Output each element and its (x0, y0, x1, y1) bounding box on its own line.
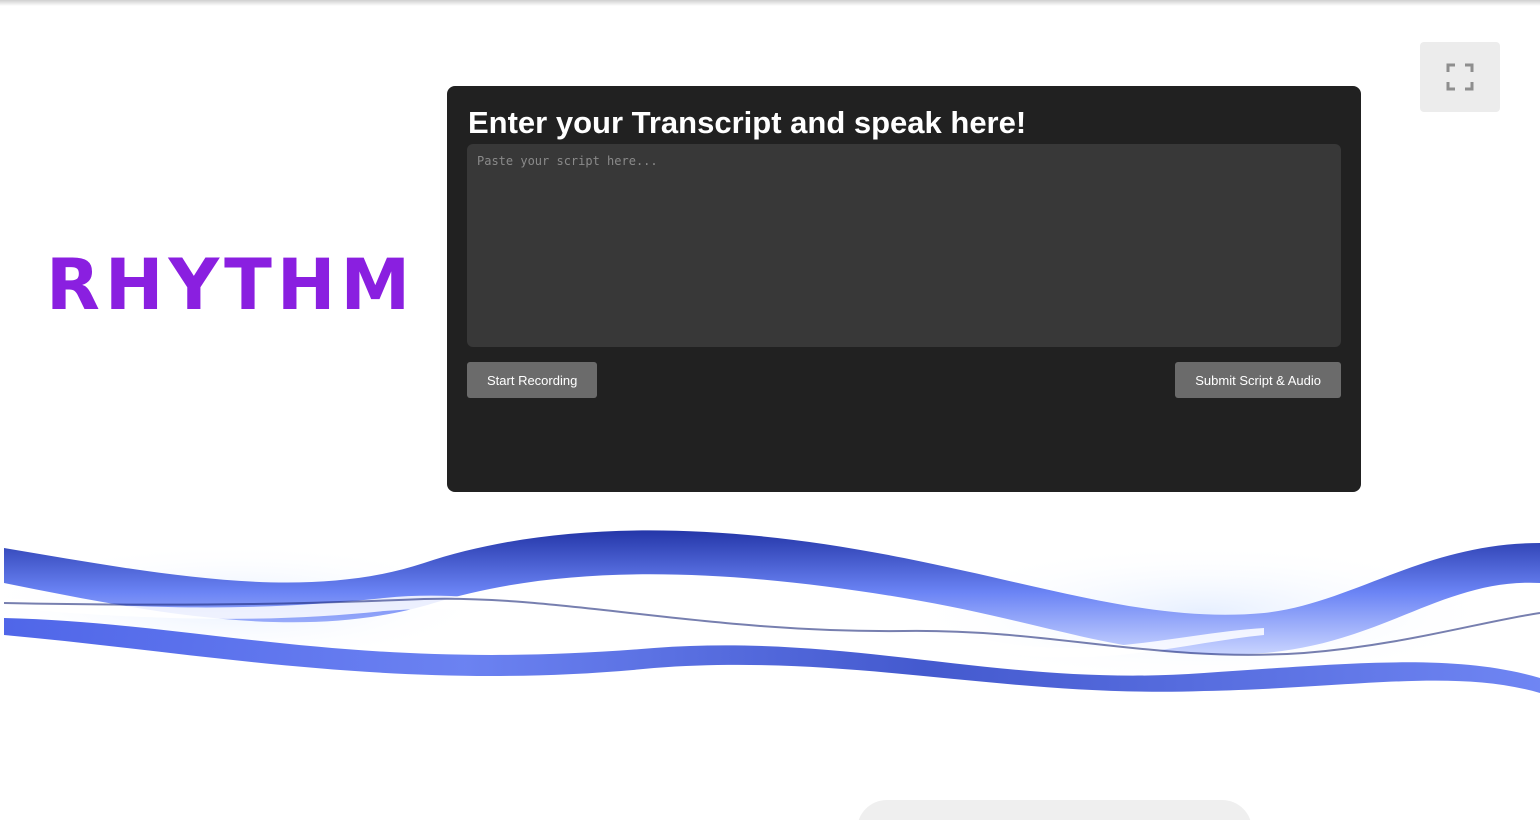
fullscreen-icon (1446, 63, 1474, 91)
transcript-panel: Enter your Transcript and speak here! St… (447, 86, 1361, 492)
page: RHYTHM Enter your Transcript and speak h… (0, 0, 1540, 820)
wave-graphic (4, 503, 1540, 758)
top-divider (0, 0, 1540, 6)
rhythm-logo: RHYTHM (46, 244, 416, 326)
submit-script-audio-button[interactable]: Submit Script & Audio (1175, 362, 1341, 398)
panel-title: Enter your Transcript and speak here! (468, 105, 1027, 140)
fullscreen-button[interactable] (1420, 42, 1500, 112)
bottom-pill (857, 800, 1252, 820)
start-recording-button[interactable]: Start Recording (467, 362, 598, 398)
script-input[interactable] (467, 144, 1341, 347)
